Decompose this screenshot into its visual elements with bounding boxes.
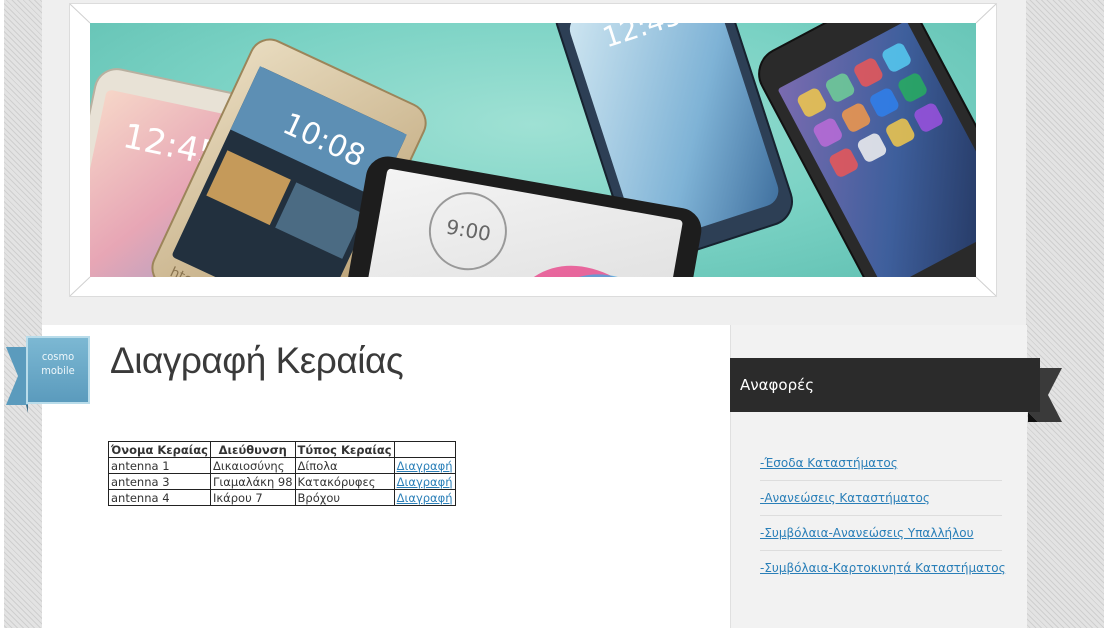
cell-type: Βρόχου [294,489,395,506]
cell-name: antenna 1 [108,457,211,474]
site-logo[interactable]: cosmo mobile [26,336,90,404]
cell-type: Κατακόρυφες [294,473,395,490]
delete-link[interactable]: Διαγραφή [397,459,453,473]
link-store-contracts-prepaid[interactable]: -Συμβόλαια-Καρτοκινητά Καταστήματος [760,551,1006,585]
logo-line-2: mobile [41,364,75,377]
antennas-table: Όνομα Κεραίας Διεύθυνση Τύπος Κεραίας an… [108,441,456,506]
column-header-address: Διεύθυνση [210,441,296,458]
column-header-action [393,441,456,458]
delete-cell: Διαγραφή [393,473,456,490]
link-store-renewals[interactable]: -Ανανεώσεις Καταστήματος [760,481,1002,516]
link-employee-contracts-renewals[interactable]: -Συμβόλαια-Ανανεώσεις Υπαλλήλου [760,516,1002,551]
reports-links-list: -Έσοδα Καταστήματος -Ανανεώσεις Καταστήμ… [760,446,1006,585]
smartphones-illustration: 12:45 10:08 htc 12:45 9:00 [90,23,976,277]
header-banner-frame: 12:45 10:08 htc 12:45 9:00 [70,4,996,296]
delete-cell: Διαγραφή [393,489,456,506]
delete-cell: Διαγραφή [393,457,456,474]
delete-link[interactable]: Διαγραφή [397,475,453,489]
table-row: antenna 4 Ικάρου 7 Βρόχου Διαγραφή [108,489,456,506]
table-row: antenna 3 Γιαμαλάκη 98 Κατακόρυφες Διαγρ… [108,473,456,490]
cell-name: antenna 4 [108,489,211,506]
page-title: Διαγραφή Κεραίας [110,340,404,381]
header-banner-image: 12:45 10:08 htc 12:45 9:00 [90,23,976,277]
cell-name: antenna 3 [108,473,211,490]
cell-address: Ικάρου 7 [210,489,296,506]
link-store-revenue[interactable]: -Έσοδα Καταστήματος [760,446,1002,481]
logo-line-1: cosmo [41,350,75,363]
column-header-type: Τύπος Κεραίας [294,441,395,458]
cell-type: Δίπολα [294,457,395,474]
widget-title-reports: Αναφορές [740,376,815,394]
column-header-name: Όνομα Κεραίας [108,441,211,458]
table-row: antenna 1 Δικαιοσύνης Δίπολα Διαγραφή [108,457,456,474]
table-header-row: Όνομα Κεραίας Διεύθυνση Τύπος Κεραίας [108,441,456,458]
cell-address: Γιαμαλάκη 98 [210,473,296,490]
delete-link[interactable]: Διαγραφή [397,491,453,505]
cell-address: Δικαιοσύνης [210,457,296,474]
